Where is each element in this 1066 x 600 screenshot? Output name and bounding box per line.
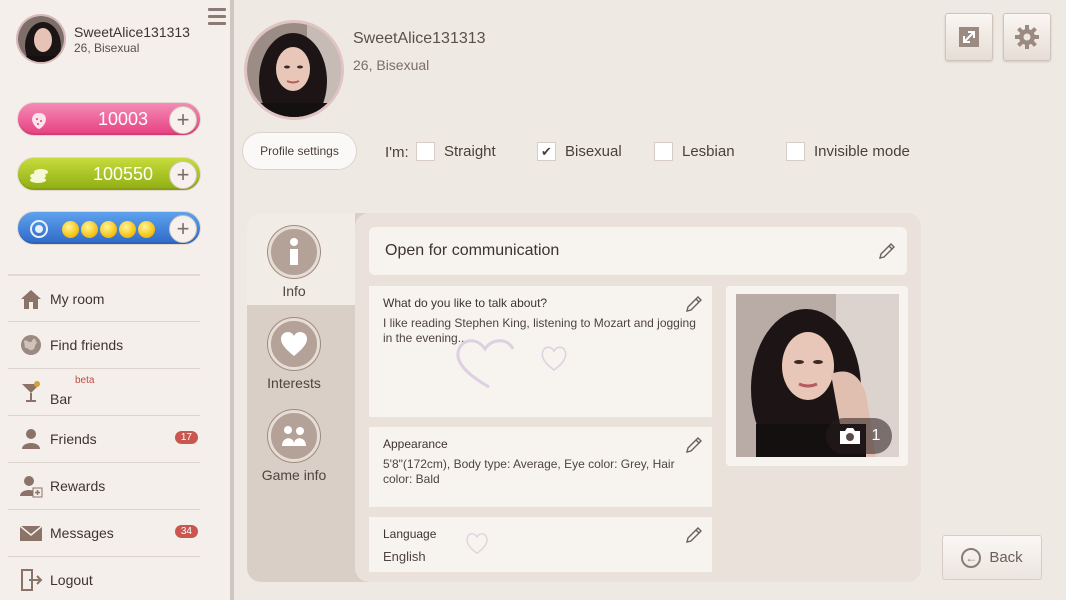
sidebar-user-name: SweetAlice131313 — [74, 23, 190, 40]
edit-pencil-icon[interactable] — [684, 525, 704, 545]
status-field[interactable]: Open for communication — [369, 227, 907, 275]
avatar — [16, 14, 66, 64]
messages-badge: 34 — [174, 525, 198, 538]
profile-name: SweetAlice131313 — [353, 30, 486, 47]
profile-sub: 26, Bisexual — [353, 57, 430, 73]
sidebar-nav: My room Find friends Bar beta Friends 17… — [8, 274, 200, 600]
hearts-value: 10003 — [97, 109, 149, 129]
sidebar-item-bar[interactable]: Bar beta — [8, 368, 200, 415]
heart-decoration-icon — [541, 346, 567, 371]
sidebar: SweetAlice131313 26, Bisexual 10003 + 10… — [0, 0, 234, 600]
language-text: English — [383, 549, 426, 564]
edit-pencil-icon[interactable] — [684, 435, 704, 455]
house-icon — [18, 286, 44, 312]
invisible-mode[interactable]: Invisible mode — [786, 142, 910, 161]
talk-card: What do you like to talk about? I like r… — [369, 286, 712, 417]
gold-dots — [62, 221, 155, 238]
photo-count-badge[interactable]: 1 — [826, 418, 892, 454]
language-card: Language English — [369, 517, 712, 572]
add-hearts-button[interactable]: + — [169, 106, 197, 134]
edit-pencil-icon[interactable] — [877, 241, 897, 261]
couple-icon — [268, 410, 320, 462]
beta-tag: beta — [75, 375, 95, 386]
envelope-icon — [18, 520, 44, 546]
menu-icon[interactable] — [208, 8, 226, 28]
back-arrow-icon: ← — [961, 547, 982, 568]
coins-icon — [30, 169, 48, 183]
gear-icon — [1015, 25, 1039, 49]
sidebar-item-friends[interactable]: Friends 17 — [8, 415, 200, 462]
add-coins-button[interactable]: + — [169, 161, 197, 189]
expand-icon — [959, 27, 979, 47]
sidebar-item-my-room[interactable]: My room — [8, 274, 200, 321]
sidebar-user[interactable]: SweetAlice131313 26, Bisexual — [16, 14, 190, 64]
language-title: Language — [383, 527, 437, 541]
profile-settings-button[interactable]: Profile settings — [242, 132, 357, 170]
hearts-currency: 10003 + — [17, 102, 201, 136]
tab-interests[interactable]: Interests — [247, 318, 341, 391]
talk-title: What do you like to talk about? — [383, 296, 548, 310]
info-icon — [268, 226, 320, 278]
cocktail-icon — [18, 379, 44, 405]
gem-icon — [30, 220, 48, 238]
reward-person-icon — [18, 473, 44, 499]
back-button[interactable]: ← Back — [942, 535, 1042, 580]
coins-currency: 100550 + — [17, 157, 201, 191]
sidebar-user-sub: 26, Bisexual — [74, 40, 140, 55]
straight-checkbox[interactable] — [416, 142, 435, 161]
tab-info[interactable]: Info — [247, 226, 341, 299]
sidebar-item-rewards[interactable]: Rewards — [8, 462, 200, 509]
appearance-card: Appearance 5'8"(172cm), Body type: Avera… — [369, 427, 712, 507]
invisible-mode-checkbox[interactable] — [786, 142, 805, 161]
heart-icon — [268, 318, 320, 370]
add-gold-button[interactable]: + — [169, 215, 197, 243]
status-text: Open for communication — [385, 242, 560, 259]
heart-decoration-icon — [456, 339, 515, 389]
appearance-text: 5'8"(172cm), Body type: Average, Eye col… — [383, 457, 675, 486]
back-label: Back — [989, 549, 1023, 566]
coins-value: 100550 — [92, 164, 154, 184]
bisexual-checkbox[interactable]: ✔ — [537, 142, 556, 161]
orientation-straight[interactable]: Straight — [416, 142, 496, 161]
appearance-title: Appearance — [383, 437, 448, 451]
tab-game-info[interactable]: Game info — [247, 410, 341, 483]
strawberry-icon — [32, 113, 46, 129]
talk-text: I like reading Stephen King, listening t… — [383, 316, 696, 345]
photo-count: 1 — [871, 427, 881, 444]
edit-pencil-icon[interactable] — [684, 294, 704, 314]
im-label: I'm: — [385, 144, 409, 161]
person-icon — [18, 426, 44, 452]
fullscreen-button[interactable] — [945, 13, 993, 61]
orientation-lesbian[interactable]: Lesbian — [654, 142, 735, 161]
logout-icon — [18, 567, 44, 593]
settings-button[interactable] — [1003, 13, 1051, 61]
sidebar-item-messages[interactable]: Messages 34 — [8, 509, 200, 556]
sidebar-item-logout[interactable]: Logout — [8, 556, 200, 600]
profile-avatar[interactable] — [244, 20, 344, 120]
globe-icon — [18, 332, 44, 358]
gold-currency: + — [17, 211, 201, 245]
orientation-bisexual[interactable]: ✔ Bisexual — [537, 142, 622, 161]
camera-icon — [839, 428, 860, 444]
sidebar-item-find-friends[interactable]: Find friends — [8, 321, 200, 368]
lesbian-checkbox[interactable] — [654, 142, 673, 161]
friends-badge: 17 — [174, 431, 198, 444]
heart-decoration-icon — [466, 533, 488, 555]
